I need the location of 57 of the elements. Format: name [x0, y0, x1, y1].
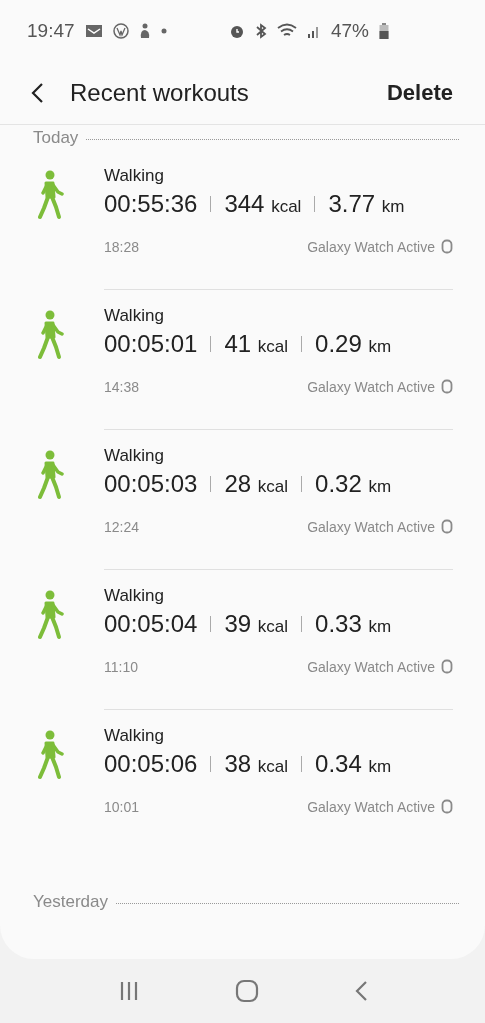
- alarm-icon: [228, 23, 245, 39]
- activity-name: Walking: [104, 726, 165, 746]
- distance: 0.33 km: [315, 610, 392, 638]
- device-name: Galaxy Watch Active: [307, 658, 435, 675]
- device-name: Galaxy Watch Active: [307, 798, 435, 815]
- figure-icon: [138, 23, 151, 39]
- distance: 0.34 km: [315, 750, 392, 778]
- workout-time: 10:01: [104, 798, 140, 815]
- activity-name: Walking: [104, 306, 165, 326]
- bluetooth-icon: [254, 23, 267, 39]
- watch-icon: [441, 518, 453, 535]
- watch-icon: [441, 798, 453, 815]
- activity-name: Walking: [104, 166, 165, 186]
- distance: 0.29 km: [315, 330, 392, 358]
- watch-icon: [441, 378, 453, 395]
- calories: 344 kcal: [224, 190, 302, 218]
- watch-icon: [441, 238, 453, 255]
- home-icon[interactable]: [234, 979, 259, 1003]
- workout-time: 14:38: [104, 378, 140, 395]
- back-icon[interactable]: [30, 82, 44, 104]
- message-icon: [84, 24, 103, 38]
- duration: 00:05:06: [104, 750, 198, 778]
- delete-button[interactable]: Delete: [386, 80, 453, 106]
- distance: 3.77 km: [328, 190, 405, 218]
- calories: 41 kcal: [224, 330, 289, 358]
- section-label: Today: [33, 128, 79, 148]
- page-title: Recent workouts: [70, 79, 250, 107]
- duration: 00:05:03: [104, 470, 198, 498]
- workout-time: 18:28: [104, 238, 140, 255]
- device-name: Galaxy Watch Active: [307, 238, 435, 255]
- walking-person-icon: [38, 310, 64, 360]
- back-nav-icon[interactable]: [353, 980, 368, 1002]
- workout-time: 12:24: [104, 518, 140, 535]
- activity-name: Walking: [104, 586, 165, 606]
- wifi-icon: [276, 23, 297, 39]
- battery-icon: [379, 23, 389, 39]
- duration: 00:55:36: [104, 190, 198, 218]
- workout-time: 11:10: [104, 658, 138, 675]
- calories: 38 kcal: [224, 750, 289, 778]
- battery-percent: 47%: [330, 20, 369, 42]
- calories: 28 kcal: [224, 470, 289, 498]
- walking-person-icon: [38, 450, 64, 500]
- device-name: Galaxy Watch Active: [307, 378, 435, 395]
- section-label: Yesterday: [33, 892, 108, 912]
- watch-icon: [441, 658, 453, 675]
- signal-icon: [306, 24, 321, 38]
- status-time: 19:47: [27, 20, 75, 42]
- calories: 39 kcal: [224, 610, 289, 638]
- walking-person-icon: [38, 170, 64, 220]
- distance: 0.32 km: [315, 470, 392, 498]
- device-name: Galaxy Watch Active: [307, 518, 435, 535]
- dot-icon: [160, 28, 167, 34]
- activity-name: Walking: [104, 446, 165, 466]
- walking-person-icon: [38, 590, 64, 640]
- walking-person-icon: [38, 730, 64, 780]
- duration: 00:05:01: [104, 330, 198, 358]
- duration: 00:05:04: [104, 610, 198, 638]
